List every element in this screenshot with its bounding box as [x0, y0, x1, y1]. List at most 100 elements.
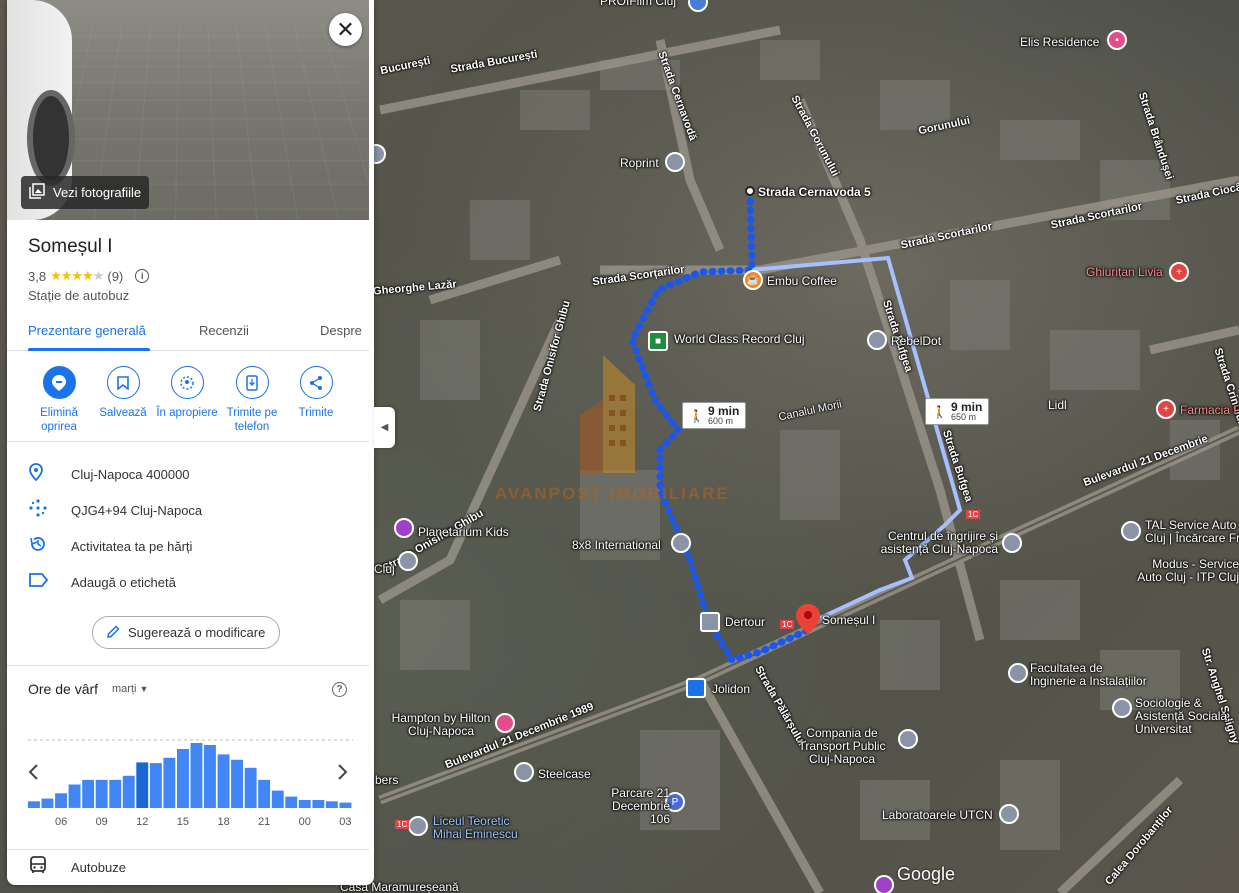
place-label[interactable]: Laboratoarele UTCN — [882, 808, 993, 822]
chart-bar-11[interactable] — [122, 775, 135, 808]
collapse-panel-button[interactable]: ◀ — [374, 407, 395, 448]
chart-bar-20[interactable] — [244, 767, 257, 808]
transit-pin[interactable] — [700, 612, 720, 632]
place-label[interactable]: Cluj — [374, 562, 395, 576]
school-pin[interactable] — [408, 816, 428, 836]
selected-location-marker[interactable] — [796, 604, 820, 634]
help-icon[interactable]: ? — [332, 682, 347, 697]
place-pin[interactable] — [1002, 533, 1022, 553]
place-label[interactable]: Centrul de îngrijire și asistență Cluj-N… — [878, 530, 998, 556]
place-label[interactable]: Sociologie & Asistență Socială, Universi… — [1135, 697, 1239, 736]
chart-bar-10[interactable] — [109, 779, 122, 808]
place-label[interactable]: Planetarium Kids — [418, 525, 509, 539]
school-pin[interactable] — [1112, 698, 1132, 718]
chart-bar-15[interactable] — [177, 749, 189, 808]
popular-times-chart[interactable]: 06 09 12 15 18 21 00 03 — [28, 735, 353, 835]
place-label[interactable]: Facultatea de Inginerie a Instalațiilor — [1030, 662, 1150, 688]
place-pin[interactable] — [671, 533, 691, 553]
cafe-pin[interactable]: ☕ — [743, 270, 763, 290]
hotel-pin[interactable]: ▪ — [1107, 30, 1127, 50]
place-label[interactable]: Roprint — [620, 156, 659, 170]
info-icon[interactable]: i — [135, 269, 150, 283]
place-label[interactable]: Modus - Service Auto Cluj - ITP Cluj — [1135, 558, 1239, 584]
place-label[interactable]: Liceul Teoretic Mihai Eminescu — [433, 815, 533, 841]
save-button[interactable]: Salvează — [90, 366, 156, 420]
place-label[interactable]: Dertour — [725, 615, 765, 629]
rating-row[interactable]: 3,8 ★★★★★ (9) i — [28, 268, 150, 284]
chart-bar-19[interactable] — [231, 759, 243, 808]
place-pin[interactable] — [665, 152, 685, 172]
chart-bar-06[interactable] — [55, 793, 67, 808]
chart-bar-12[interactable] — [136, 762, 149, 808]
place-label[interactable]: Parcare 21 Decembrie 106 — [590, 787, 670, 826]
map-activity-row[interactable]: Activitatea ta pe hărți — [7, 528, 369, 564]
place-label[interactable]: TAL Service Auto Cluj | Încărcare Fr — [1145, 519, 1239, 545]
nearby-button[interactable]: În apropiere — [154, 366, 220, 420]
tab-overview[interactable]: Prezentare generală — [28, 323, 146, 338]
chart-bar-14[interactable] — [163, 757, 176, 809]
school-pin[interactable] — [999, 804, 1019, 824]
place-label[interactable]: Steelcase — [538, 767, 591, 781]
medical-pin[interactable]: + — [1169, 262, 1189, 282]
chart-bar-00[interactable] — [298, 800, 311, 808]
place-label[interactable]: World Class Record Cluj — [674, 332, 804, 346]
chart-bar-13[interactable] — [149, 763, 162, 808]
tab-reviews[interactable]: Recenzii — [199, 323, 249, 338]
route-start-label[interactable]: Strada Cernavoda 5 — [758, 185, 871, 199]
close-button[interactable]: ✕ — [329, 13, 362, 46]
chart-bar-05[interactable] — [41, 798, 54, 808]
place-label[interactable]: Elis Residence — [1020, 35, 1099, 49]
address-row[interactable]: Cluj-Napoca 400000 — [7, 456, 369, 492]
send-to-phone-button[interactable]: Trimite pe telefon — [219, 366, 285, 434]
place-label[interactable]: Hampton by Hilton Cluj-Napoca — [386, 712, 496, 738]
place-label[interactable]: PROIFilm Cluj — [600, 0, 676, 8]
suggest-edit-button[interactable]: Sugerează o modificare — [92, 616, 281, 649]
place-pin[interactable] — [514, 762, 534, 782]
plus-code-row[interactable]: QJG4+94 Cluj-Napoca — [7, 492, 369, 528]
shop-pin[interactable] — [686, 678, 706, 698]
chart-bar-22[interactable] — [271, 790, 284, 808]
view-photos-button[interactable]: Vezi fotografiile — [21, 176, 150, 209]
place-pin[interactable] — [874, 875, 894, 893]
chart-bar-04[interactable] — [28, 801, 40, 808]
chart-bar-09[interactable] — [95, 779, 108, 808]
place-label[interactable]: RebelDot — [891, 334, 941, 348]
chart-bar-17[interactable] — [204, 745, 216, 808]
chart-bar-23[interactable] — [285, 796, 298, 808]
day-selector[interactable]: marți ▼ — [112, 683, 148, 695]
gym-pin[interactable]: ■ — [648, 331, 668, 351]
chart-bar-16[interactable] — [190, 743, 203, 808]
place-label[interactable]: Farmacia P — [1180, 403, 1239, 417]
walk-time-box-main[interactable]: 🚶 9 min 600 m — [682, 402, 747, 429]
school-pin[interactable] — [1008, 663, 1028, 683]
hotel-pin[interactable] — [495, 713, 515, 733]
place-label[interactable]: Ghiurițan Livia — [1086, 265, 1163, 279]
tab-about[interactable]: Despre — [320, 323, 362, 338]
place-pin[interactable] — [867, 330, 887, 350]
place-pin[interactable] — [898, 729, 918, 749]
place-label[interactable]: Lidl — [1048, 398, 1067, 412]
remove-stop-button[interactable]: Elimină oprirea — [26, 366, 92, 434]
route-start-marker[interactable] — [745, 186, 755, 196]
chart-bar-21[interactable] — [258, 779, 271, 808]
add-label-row[interactable]: Adaugă o etichetă — [7, 564, 369, 600]
place-label[interactable]: Embu Coffee — [767, 274, 837, 288]
place-pin[interactable] — [394, 518, 414, 538]
chart-bar-07[interactable] — [68, 784, 81, 808]
place-pin[interactable] — [1121, 521, 1141, 541]
chart-bar-03[interactable] — [339, 802, 352, 808]
place-label[interactable]: Jolidon — [712, 682, 750, 696]
place-label[interactable]: bers — [375, 773, 398, 787]
place-label[interactable]: Someșul I — [822, 613, 875, 627]
place-label[interactable]: 8x8 International — [572, 538, 661, 552]
transit-lines-row[interactable]: Autobuze — [7, 849, 369, 885]
place-photo[interactable]: Vezi fotografiile ✕ — [7, 0, 369, 220]
place-label[interactable]: Compania de Transport Public Cluj-Napoca — [788, 727, 896, 766]
review-count[interactable]: (9) — [107, 269, 123, 284]
chart-bar-08[interactable] — [82, 779, 95, 808]
share-button[interactable]: Trimite — [283, 366, 349, 420]
chart-bar-18[interactable] — [217, 754, 230, 808]
chart-bar-02[interactable] — [325, 801, 338, 808]
chart-bar-01[interactable] — [312, 800, 325, 808]
pharmacy-pin[interactable]: + — [1156, 399, 1176, 419]
